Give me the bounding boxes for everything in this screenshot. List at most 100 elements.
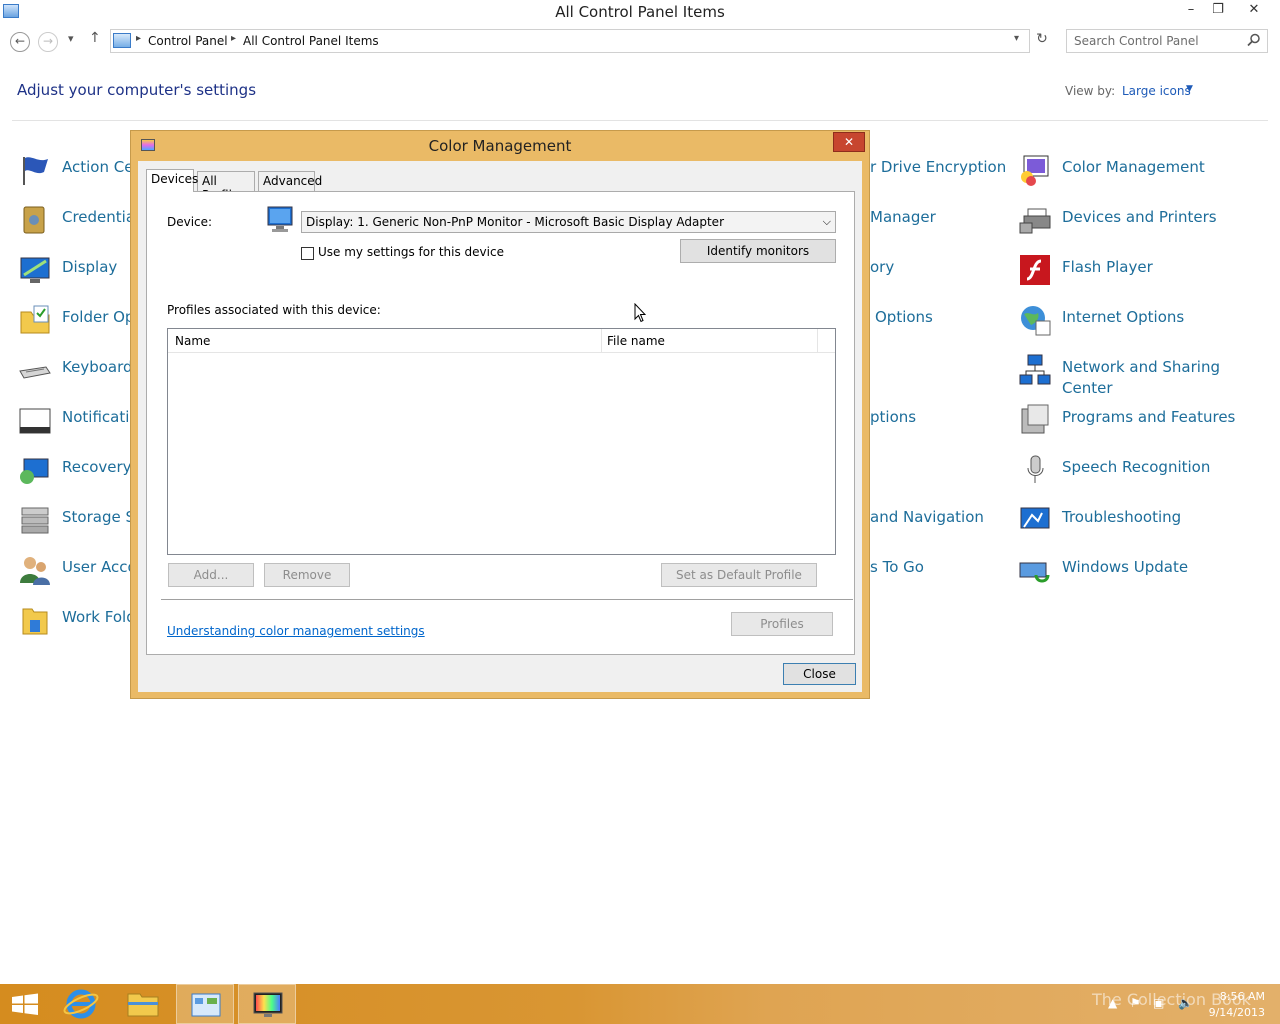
cp-item-label: Color Management bbox=[1062, 158, 1205, 176]
clock-time: 8:56 AM bbox=[1219, 990, 1265, 1003]
windows-update-icon bbox=[1019, 562, 1050, 583]
cp-item-label: Troubleshooting bbox=[1062, 508, 1182, 526]
search-input[interactable]: Search Control Panel bbox=[1066, 29, 1268, 53]
back-button[interactable]: ← bbox=[10, 32, 30, 52]
internet-explorer-icon bbox=[63, 989, 99, 1019]
identify-monitors-button[interactable]: Identify monitors bbox=[680, 239, 836, 263]
cp-item-label: Keyboard bbox=[62, 358, 133, 376]
cp-item-taskbar-navigation[interactable]: and Navigation bbox=[870, 503, 984, 528]
taskbar-clock[interactable]: 8:56 AM 9/14/2013 bbox=[1205, 990, 1265, 1019]
device-select[interactable]: Display: 1. Generic Non-PnP Monitor - Mi… bbox=[301, 211, 836, 233]
cp-item-windows-to-go[interactable]: s To Go bbox=[870, 553, 924, 578]
cp-item-label: ory bbox=[870, 258, 895, 276]
cp-item-keyboard[interactable]: Keyboard bbox=[18, 353, 133, 387]
control-panel-icon bbox=[191, 993, 221, 1017]
cp-item-internet-options[interactable]: Internet Options bbox=[1018, 303, 1184, 337]
chevron-down-icon[interactable]: ⌵ bbox=[823, 215, 831, 229]
recovery-icon bbox=[20, 458, 49, 484]
cp-item-label: Action Ce bbox=[62, 158, 134, 176]
folder-options-icon bbox=[20, 305, 50, 334]
cp-item-device-manager[interactable]: Manager bbox=[870, 203, 936, 228]
cp-item-windows-update[interactable]: Windows Update bbox=[1018, 553, 1188, 587]
minimize-button[interactable]: – bbox=[1177, 0, 1205, 22]
file-explorer-icon bbox=[127, 993, 159, 1017]
tab-devices[interactable]: Devices bbox=[146, 169, 198, 192]
cp-item-color-management[interactable]: Color Management bbox=[1018, 153, 1205, 187]
restore-button[interactable]: ❐ bbox=[1204, 0, 1232, 22]
chevron-right-icon[interactable]: ▸ bbox=[231, 33, 236, 44]
cp-item-troubleshooting[interactable]: Troubleshooting bbox=[1018, 503, 1181, 537]
breadcrumb-control-panel[interactable]: Control Panel bbox=[148, 34, 228, 48]
cp-item-label: Internet Options bbox=[1062, 308, 1185, 326]
column-divider[interactable] bbox=[601, 329, 602, 353]
search-icon[interactable] bbox=[1247, 33, 1261, 47]
dialog-title: Color Management bbox=[428, 137, 572, 155]
address-dropdown-icon[interactable]: ▾ bbox=[1014, 33, 1019, 44]
cp-item-power-options[interactable]: ptions bbox=[870, 403, 916, 428]
cp-item-recovery[interactable]: Recovery bbox=[18, 453, 132, 487]
start-button[interactable] bbox=[0, 984, 50, 1024]
forward-button[interactable]: → bbox=[38, 32, 58, 52]
tab-advanced[interactable]: Advanced bbox=[258, 171, 322, 191]
cp-item-indexing-options[interactable]: Options bbox=[875, 303, 933, 328]
add-profile-button[interactable]: Add... bbox=[168, 563, 254, 587]
view-by-label: View by: bbox=[1065, 84, 1116, 98]
profiles-button[interactable]: Profiles bbox=[731, 612, 833, 636]
storage-spaces-icon bbox=[21, 507, 49, 534]
cp-item-display[interactable]: Display bbox=[18, 253, 117, 287]
refresh-icon[interactable]: ↻ bbox=[1032, 31, 1052, 51]
volume-icon[interactable]: 🔈 bbox=[1178, 996, 1193, 1010]
taskbar-internet-explorer[interactable] bbox=[52, 984, 110, 1024]
flash-player-icon bbox=[1020, 255, 1050, 285]
taskbar-file-explorer[interactable] bbox=[114, 984, 172, 1024]
column-header-file-name[interactable]: File name bbox=[607, 334, 665, 348]
recent-pages-dropdown[interactable]: ▾ bbox=[68, 32, 74, 45]
chevron-right-icon[interactable]: ▸ bbox=[136, 33, 141, 44]
action-center-flag-icon[interactable]: ⚑ bbox=[1130, 996, 1141, 1010]
cp-item-file-history[interactable]: ory bbox=[870, 253, 894, 278]
taskbar: The Collection Book ▲ ⚑ ▣ 🔈 8:56 AM 9/14… bbox=[0, 984, 1280, 1024]
cp-item-storage-spaces[interactable]: Storage S bbox=[18, 503, 135, 537]
close-window-button[interactable]: ✕ bbox=[1240, 0, 1268, 22]
dialog-close-icon[interactable]: ✕ bbox=[833, 132, 865, 152]
main-window-titlebar: All Control Panel Items – ❐ ✕ bbox=[0, 0, 1280, 24]
breadcrumb-all-items[interactable]: All Control Panel Items bbox=[243, 34, 379, 48]
cp-item-network-sharing-center[interactable]: Network and Sharing Center bbox=[1018, 353, 1248, 399]
cp-item-bitlocker[interactable]: r Drive Encryption bbox=[870, 153, 1006, 178]
column-header-name[interactable]: Name bbox=[175, 334, 210, 348]
address-bar[interactable]: ▸ Control Panel ▸ All Control Panel Item… bbox=[110, 29, 1030, 53]
chevron-down-icon[interactable]: ▼ bbox=[1186, 84, 1193, 94]
cp-item-label: Manager bbox=[870, 208, 936, 226]
cp-item-action-center[interactable]: Action Ce bbox=[18, 153, 133, 187]
remove-profile-button[interactable]: Remove bbox=[264, 563, 350, 587]
cp-item-label: User Acco bbox=[62, 558, 137, 576]
use-my-settings-checkbox[interactable] bbox=[301, 247, 314, 260]
up-button[interactable]: ↑ bbox=[89, 30, 101, 46]
taskbar-color-management[interactable] bbox=[238, 984, 296, 1024]
cp-item-credential-manager[interactable]: Credentia bbox=[18, 203, 135, 237]
cp-item-user-accounts[interactable]: User Acco bbox=[18, 553, 137, 587]
cp-item-work-folders[interactable]: Work Fold bbox=[18, 603, 136, 637]
understanding-color-management-link[interactable]: Understanding color management settings bbox=[167, 624, 425, 638]
view-by-dropdown[interactable]: Large icons bbox=[1122, 84, 1191, 98]
tab-all-profiles[interactable]: All Profiles bbox=[197, 171, 255, 202]
cp-item-notification-area-icons[interactable]: Notificatio bbox=[18, 403, 139, 437]
microphone-icon bbox=[1027, 455, 1044, 483]
cp-item-label: r Drive Encryption bbox=[870, 158, 1007, 176]
column-divider[interactable] bbox=[817, 329, 818, 353]
cp-item-devices-and-printers[interactable]: Devices and Printers bbox=[1018, 203, 1217, 237]
close-button[interactable]: Close bbox=[783, 663, 856, 685]
cp-item-folder-options[interactable]: Folder Op bbox=[18, 303, 134, 337]
cp-item-label: Storage S bbox=[62, 508, 135, 526]
cp-item-flash-player[interactable]: Flash Player bbox=[1018, 253, 1153, 287]
taskbar-control-panel[interactable] bbox=[176, 984, 234, 1024]
mouse-cursor-icon bbox=[634, 303, 646, 323]
cp-item-programs-features[interactable]: Programs and Features bbox=[1018, 403, 1235, 437]
network-tray-icon[interactable]: ▣ bbox=[1153, 996, 1164, 1010]
set-default-profile-button[interactable]: Set as Default Profile bbox=[661, 563, 817, 587]
cp-item-speech-recognition[interactable]: Speech Recognition bbox=[1018, 453, 1210, 487]
color-management-icon bbox=[1021, 155, 1049, 186]
show-hidden-icons-icon[interactable]: ▲ bbox=[1108, 996, 1117, 1010]
profiles-list[interactable]: Name File name bbox=[167, 328, 836, 555]
notification-area-icon bbox=[19, 408, 51, 434]
